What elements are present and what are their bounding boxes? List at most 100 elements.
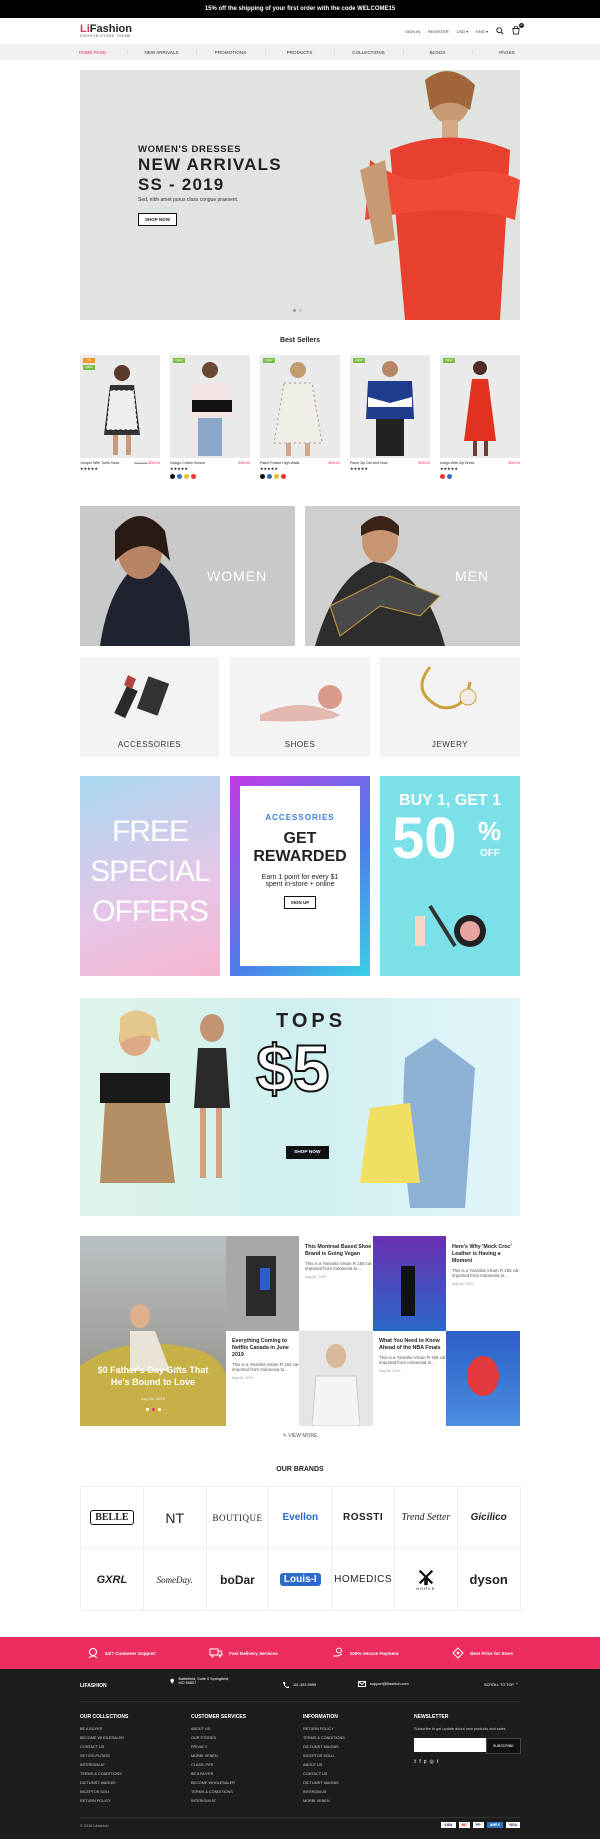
footer-link[interactable]: BECOME WHOLESALER	[80, 1734, 128, 1743]
product-name[interactable]: Panel Zip Get And Now	[350, 461, 387, 465]
footer-link[interactable]: BE A BUYER	[80, 1725, 128, 1734]
product-image[interactable]: -5% NEW	[80, 355, 160, 458]
blog-main-post[interactable]: $0 Father's Day Gifts That He's Bound to…	[80, 1236, 226, 1426]
product-image[interactable]: NEW	[260, 355, 340, 458]
swatch[interactable]	[267, 474, 272, 479]
blog-image-1[interactable]	[226, 1236, 299, 1331]
register-link[interactable]: REGISTER	[428, 29, 448, 34]
category-accessories[interactable]: ACCESSORIES	[80, 657, 219, 757]
blog-post-title[interactable]: What You Need to Know Ahead of the NBA F…	[379, 1338, 447, 1352]
footer-link[interactable]: INTERIGIM AT	[191, 1797, 246, 1806]
nav-promotions[interactable]: PROMOTIONS	[197, 49, 266, 55]
product-card[interactable]: NEW Indigo With Zip Dress $98.00 ★★★★★	[440, 355, 520, 479]
blog-main-title[interactable]: $0 Father's Day Gifts That He's Bound to…	[90, 1364, 216, 1388]
logo[interactable]: LiFashion FASHION STORE THEME	[80, 23, 132, 39]
product-name[interactable]: Jumper With Turtle Neck	[80, 461, 119, 465]
cart-button[interactable]: 0	[512, 23, 524, 36]
footer-link[interactable]: CONTACT US	[80, 1743, 128, 1752]
blog-image-3[interactable]	[299, 1331, 373, 1427]
footer-link[interactable]: DICTUMST MAGNIS	[303, 1743, 345, 1752]
footer-link[interactable]: BE A BUYER	[191, 1770, 246, 1779]
product-name[interactable]: Patch Pocket High Waist	[260, 461, 299, 465]
brand-logo[interactable]: Gicilico	[457, 1487, 521, 1549]
category-men[interactable]: MEN	[305, 506, 520, 646]
nav-home[interactable]: HOME PAGE	[59, 49, 128, 55]
footer-link[interactable]: MORBI VENEN	[303, 1797, 345, 1806]
footer-link[interactable]: BECOME WHOLESALER	[191, 1779, 246, 1788]
footer-link[interactable]: DICTUMST MAGNIS	[80, 1779, 128, 1788]
promo-bogo[interactable]: BUY 1, GET 1 50 % OFF	[380, 776, 520, 976]
blog-post-4[interactable]: What You Need to Know Ahead of the NBA F…	[379, 1338, 447, 1373]
category-jewery[interactable]: JEWERY	[380, 657, 520, 757]
instagram-icon[interactable]: ◎	[430, 1759, 437, 1765]
signin-link[interactable]: SIGN IN	[405, 29, 420, 34]
footer-link[interactable]: OUR STORES	[191, 1734, 246, 1743]
product-image[interactable]: NEW	[440, 355, 520, 458]
brand-logo[interactable]: SomeDay.	[143, 1549, 207, 1611]
footer-link[interactable]: INCEPTOS SOLI	[80, 1788, 128, 1797]
promo-rewarded[interactable]: ACCESSORIES GET REWARDED Earn 1 point fo…	[230, 776, 370, 976]
swatch[interactable]	[274, 474, 279, 479]
brand-logo[interactable]: NORKE	[395, 1549, 458, 1611]
blog-post-title[interactable]: This Montreal Based Shoe Brand is Going …	[305, 1244, 373, 1258]
product-image[interactable]: NEW	[350, 355, 430, 458]
blog-post-title[interactable]: Here's Why 'Mock Croc' Leather is Having…	[452, 1244, 520, 1265]
blog-image-4[interactable]	[446, 1331, 520, 1426]
view-more-link[interactable]: ✎ VIEW MORE	[0, 1433, 600, 1439]
swatch[interactable]	[170, 474, 175, 479]
swatch[interactable]	[447, 474, 452, 479]
footer-email-text[interactable]: support@lifashion.com	[370, 1682, 409, 1686]
tumblr-icon[interactable]: t	[437, 1759, 441, 1765]
hero-dot[interactable]	[293, 309, 296, 312]
blog-post-3[interactable]: Everything Coming to Netflix Canada in J…	[232, 1338, 300, 1380]
footer-logo[interactable]: LIFASHION	[80, 1683, 107, 1689]
brand-logo[interactable]: BOUTIQUE	[206, 1487, 270, 1549]
footer-link[interactable]: TERMS & CONDITIONS	[303, 1734, 345, 1743]
brand-logo[interactable]: HOMEDICS	[332, 1549, 395, 1611]
footer-link[interactable]: INCEPTOS SOLLI	[303, 1752, 345, 1761]
brand-logo[interactable]: Trend Setter	[395, 1487, 458, 1549]
swatch[interactable]	[440, 474, 445, 479]
footer-link[interactable]: TERMS & CONDITIONS	[191, 1788, 246, 1797]
category-women[interactable]: WOMEN	[80, 506, 295, 646]
footer-link[interactable]: RETURN POLICY	[80, 1797, 128, 1806]
brand-logo[interactable]: boDar	[206, 1549, 270, 1611]
brand-logo[interactable]: GXRL	[81, 1549, 144, 1611]
swatch[interactable]	[281, 474, 286, 479]
product-card[interactable]: NEW Design Cotton Smock $98.00 ★★★★★	[170, 355, 250, 479]
currency-select[interactable]: USD ▾	[457, 29, 469, 34]
search-icon[interactable]	[496, 27, 504, 35]
swatch[interactable]	[260, 474, 265, 479]
footer-link[interactable]: TERMS & CONDITIONS	[80, 1770, 128, 1779]
brand-logo[interactable]: NT	[143, 1487, 207, 1549]
footer-link[interactable]: DICTUMST MAGNIS	[303, 1779, 345, 1788]
tops-shop-button[interactable]: SHOP NOW	[286, 1146, 329, 1159]
product-card[interactable]: -5% NEW Jumper With Turtle Neck $100.00 $…	[80, 355, 160, 471]
footer-link[interactable]: PRIVACY	[191, 1743, 246, 1752]
footer-link[interactable]: ABOUT US	[303, 1761, 345, 1770]
brand-logo[interactable]: dyson	[457, 1549, 521, 1611]
newsletter-email-input[interactable]	[414, 1738, 486, 1752]
promo-free-offers[interactable]: FREE SPECIAL OFFERS	[80, 776, 220, 976]
swatch[interactable]	[184, 474, 189, 479]
hero-dot[interactable]	[299, 309, 302, 312]
footer-link[interactable]: CLASS, PER	[191, 1761, 246, 1770]
nav-new-arrivals[interactable]: NEW ARRIVALS	[128, 49, 197, 55]
brand-logo[interactable]: BELLE	[81, 1487, 144, 1549]
promo-signup-button[interactable]: SIGN UP	[283, 896, 317, 909]
footer-link[interactable]: RETURN POLICY	[303, 1725, 345, 1734]
blog-post-2[interactable]: Here's Why 'Mock Croc' Leather is Having…	[452, 1244, 520, 1286]
brand-logo[interactable]: ROSSTI	[332, 1487, 395, 1549]
blog-post-title[interactable]: Everything Coming to Netflix Canada in J…	[232, 1338, 300, 1359]
blog-dot[interactable]	[157, 1408, 161, 1411]
footer-link[interactable]: CONTACT US	[303, 1770, 345, 1779]
subscribe-button[interactable]: SUBSCRIBE	[486, 1738, 521, 1754]
brand-logo[interactable]: Louis-I	[269, 1549, 333, 1611]
blog-post-1[interactable]: This Montreal Based Shoe Brand is Going …	[305, 1244, 373, 1279]
footer-link[interactable]: SET EXLPUTATE	[80, 1752, 128, 1761]
footer-link[interactable]: INTERIGIM AT	[80, 1761, 128, 1770]
tops-banner[interactable]: TOPS $5 SHOP NOW	[80, 998, 520, 1216]
hero-shop-button[interactable]: SHOP NOW	[138, 213, 177, 227]
nav-blogs[interactable]: BLOGS	[404, 49, 473, 55]
brand-logo[interactable]: Evellon	[269, 1487, 333, 1549]
